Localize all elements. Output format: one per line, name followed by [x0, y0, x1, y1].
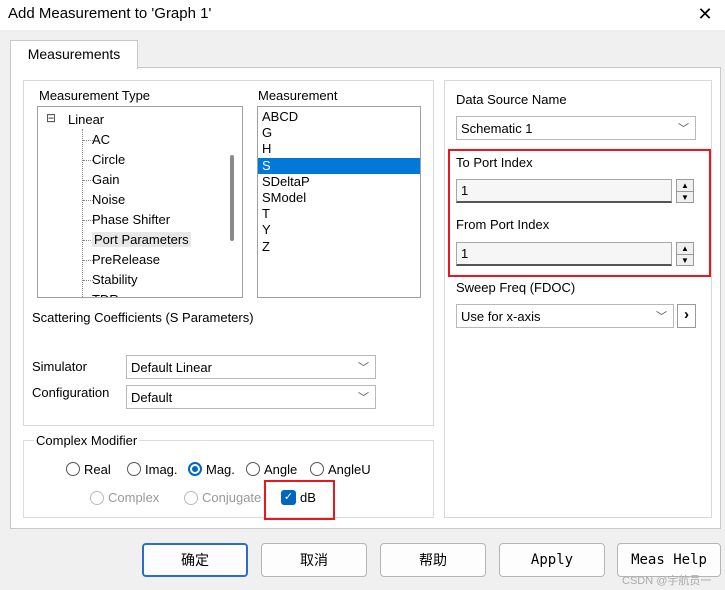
radio-label-imag: Imag.	[145, 462, 178, 477]
close-icon[interactable]: ✕	[690, 2, 720, 26]
help-button[interactable]: 帮助	[380, 543, 486, 577]
simulator-select[interactable]: Default Linear ﹀	[126, 355, 376, 379]
measurement-item-z[interactable]: Z	[258, 239, 420, 255]
radio-angleu[interactable]	[310, 462, 324, 476]
measurement-item-y[interactable]: Y	[258, 222, 420, 238]
complex-option-label: Complex	[108, 490, 160, 505]
watermark: CSDN @宇航员一	[622, 575, 712, 587]
radio-label-mag: Mag.	[206, 462, 235, 477]
to-port-spinner[interactable]: ▲ ▼	[676, 179, 694, 203]
radio-label-angleu: AngleU	[328, 462, 371, 477]
from-port-spinner[interactable]: ▲ ▼	[676, 242, 694, 266]
measurement-item-sdeltap[interactable]: SDeltaP	[258, 174, 420, 190]
from-port-input[interactable]: 1	[456, 242, 672, 266]
complex-modifier-label: Complex Modifier	[34, 433, 140, 448]
sweep-freq-arrow-button[interactable]: ›	[677, 304, 696, 328]
measurement-item-smodel[interactable]: SModel	[258, 190, 420, 206]
measurement-description: Scattering Coefficients (S Parameters)	[32, 310, 254, 325]
tree-item-noise[interactable]: Noise	[92, 192, 125, 207]
radio-conjugate	[184, 491, 198, 505]
configuration-label: Configuration	[32, 385, 110, 400]
complex-modifier-group	[23, 440, 434, 518]
to-port-label: To Port Index	[456, 155, 533, 170]
measurement-item-t[interactable]: T	[258, 206, 420, 222]
tree-item-ac[interactable]: AC	[92, 132, 110, 147]
measurement-item-h[interactable]: H	[258, 141, 420, 157]
sweep-freq-label: Sweep Freq (FDOC)	[456, 280, 576, 295]
tree-item-phase-shifter[interactable]: Phase Shifter	[92, 212, 170, 227]
cancel-button[interactable]: 取消	[261, 543, 367, 577]
configuration-value: Default	[131, 390, 173, 405]
chevron-down-icon: ﹀	[678, 123, 689, 135]
data-source-label: Data Source Name	[456, 92, 567, 107]
tree-collapse-icon[interactable]: ⊟	[46, 111, 56, 125]
radio-label-real: Real	[84, 462, 111, 477]
db-highlight-box	[264, 480, 335, 520]
sweep-freq-value: Use for x-axis	[461, 309, 541, 324]
window-title: Add Measurement to 'Graph 1'	[8, 5, 212, 22]
measurement-list[interactable]: ABCD G H S SDeltaP SModel T Y Z	[257, 106, 421, 298]
tree-item-port-parameters[interactable]: Port Parameters	[92, 232, 191, 247]
tree-scrollbar[interactable]	[230, 155, 234, 241]
chevron-down-icon: ﹀	[656, 311, 667, 323]
radio-label-angle: Angle	[264, 462, 298, 477]
radio-complex	[90, 491, 104, 505]
measurement-label: Measurement	[258, 88, 338, 103]
tree-item-linear[interactable]: Linear	[68, 112, 104, 127]
chevron-down-icon: ﹀	[358, 392, 369, 404]
radio-mag[interactable]	[188, 462, 202, 476]
radio-imag[interactable]	[127, 462, 141, 476]
radio-real[interactable]	[66, 462, 80, 476]
simulator-label: Simulator	[32, 359, 87, 374]
simulator-value: Default Linear	[131, 360, 212, 375]
from-port-label: From Port Index	[456, 217, 550, 232]
ok-button[interactable]: 确定	[142, 543, 248, 577]
to-port-input[interactable]: 1	[456, 179, 672, 203]
data-source-group	[444, 80, 712, 518]
tree-item-circle[interactable]: Circle	[92, 152, 125, 167]
sweep-freq-select[interactable]: Use for x-axis ﹀	[456, 304, 674, 328]
conjugate-option-label: Conjugate	[202, 490, 262, 505]
tree-item-prerelease[interactable]: PreRelease	[92, 252, 160, 267]
measurement-item-s[interactable]: S	[258, 157, 420, 174]
measurement-item-g[interactable]: G	[258, 125, 420, 141]
data-source-select[interactable]: Schematic 1 ﹀	[456, 116, 696, 140]
chevron-down-icon: ﹀	[358, 362, 369, 374]
tree-item-tdr[interactable]: TDR	[92, 292, 119, 297]
measurement-type-label: Measurement Type	[39, 88, 151, 103]
radio-angle[interactable]	[246, 462, 260, 476]
tree-item-gain[interactable]: Gain	[92, 172, 119, 187]
measurement-type-tree[interactable]: ⊟ Linear AC Circle Gain Noise Phase Shifter P…	[37, 106, 243, 298]
apply-button[interactable]: Apply	[499, 543, 605, 577]
tree-item-stability[interactable]: Stability	[92, 272, 138, 287]
measurement-item-abcd[interactable]: ABCD	[258, 109, 420, 125]
configuration-select[interactable]: Default ﹀	[126, 385, 376, 409]
tab-measurements[interactable]: Measurements	[10, 40, 138, 69]
data-source-value: Schematic 1	[461, 121, 533, 136]
